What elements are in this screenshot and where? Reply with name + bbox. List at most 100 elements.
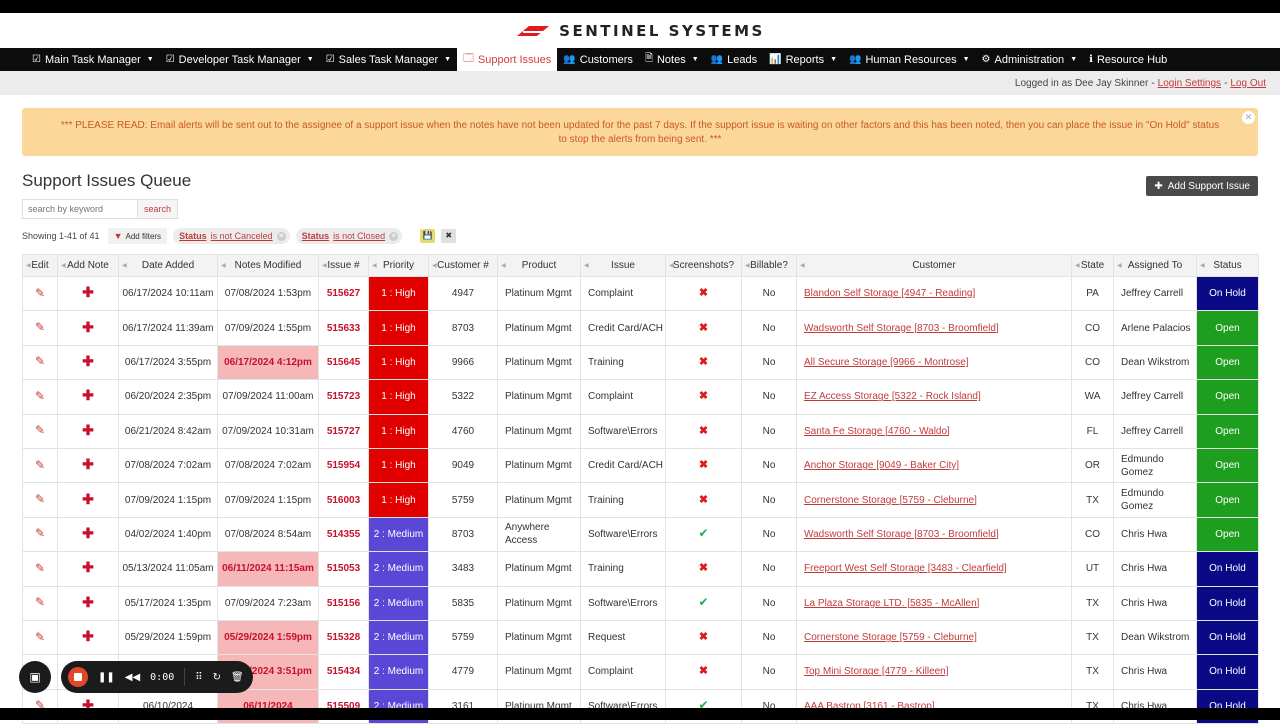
add-note-icon[interactable]: ✚ <box>82 319 94 335</box>
customer-link[interactable]: Wadsworth Self Storage [8703 - Broomfiel… <box>804 323 999 334</box>
nav-item-customers[interactable]: 👥 Customers <box>557 48 639 71</box>
table-row[interactable]: ✎ ✚ 05/29/2024 1:59pm 05/29/2024 1:59pm 5153… <box>22 619 1259 656</box>
customer-link[interactable]: Wadsworth Self Storage [8703 - Broomfiel… <box>804 529 999 540</box>
table-row[interactable]: ✎ ✚ 07/09/2024 1:15pm 07/09/2024 1:15pm 5160… <box>22 482 1259 518</box>
search-button[interactable]: search <box>137 199 178 219</box>
column-header-product[interactable]: ◀ Product <box>497 254 581 277</box>
column-header-customer[interactable]: ◀ Customer <box>796 254 1072 277</box>
nav-item-main-task-manager[interactable]: ☑ Main Task Manager ▼ <box>26 48 160 71</box>
nav-item-resource-hub[interactable]: ℹ Resource Hub <box>1083 48 1173 71</box>
column-header-issue[interactable]: ◀ Issue # <box>318 254 369 277</box>
close-icon[interactable]: ✕ <box>1242 111 1255 124</box>
clear-filters-icon[interactable]: ✖ <box>441 229 457 243</box>
add-note-icon[interactable]: ✚ <box>82 594 94 610</box>
customer-link[interactable]: Top Mini Storage [4779 - Killeen] <box>804 666 949 677</box>
issue-number[interactable]: 515645 <box>318 344 369 381</box>
remove-filter-icon[interactable]: ✕ <box>276 231 286 241</box>
customer-link[interactable]: Blandon Self Storage [4947 - Reading] <box>804 288 975 299</box>
column-header-screenshots[interactable]: ◀ Screenshots? <box>665 254 742 277</box>
column-header-add-note[interactable]: ◀ Add Note <box>57 254 119 277</box>
column-header-notes-modified[interactable]: ◀ Notes Modified <box>217 254 319 277</box>
customer-link[interactable]: All Secure Storage [9966 - Montrose] <box>804 357 969 368</box>
table-row[interactable]: ✎ ✚ 06/17/2024 11:39am 07/09/2024 1:55pm 515… <box>22 310 1259 346</box>
customer-link[interactable]: Cornerstone Storage [5759 - Cleburne] <box>804 632 977 643</box>
column-header-date-added[interactable]: ◀ Date Added <box>118 254 218 277</box>
table-row[interactable]: ✎ ✚ 05/17/2024 1:35pm 07/09/2024 7:23am 5151… <box>22 585 1259 621</box>
add-note-icon[interactable]: ✚ <box>82 353 94 369</box>
nav-item-leads[interactable]: 👥 Leads <box>705 48 763 71</box>
add-support-issue-button[interactable]: ✚ Add Support Issue <box>1146 176 1258 196</box>
column-header-priority[interactable]: ◀ Priority <box>368 254 429 277</box>
column-header-edit[interactable]: ◀ Edit <box>22 254 58 277</box>
issue-number[interactable]: 515627 <box>318 275 369 312</box>
brand-logo[interactable]: SENTINEL SYSTEMS <box>515 22 765 40</box>
nav-item-developer-task-manager[interactable]: ☑ Developer Task Manager ▼ <box>160 48 320 71</box>
search-input[interactable] <box>22 199 137 219</box>
nav-item-sales-task-manager[interactable]: ☑ Sales Task Manager ▼ <box>320 48 457 71</box>
pause-icon[interactable]: ❚❚ <box>98 672 115 683</box>
rewind-icon[interactable]: ◀◀ <box>125 672 140 683</box>
edit-icon[interactable]: ✎ <box>35 286 45 300</box>
trash-icon[interactable]: 🗑 <box>231 672 244 683</box>
issue-number[interactable]: 515156 <box>318 585 369 621</box>
edit-icon[interactable]: ✎ <box>35 354 45 368</box>
table-row[interactable]: ✎ ✚ 07/08/2024 7:02am 07/08/2024 7:02am 5159… <box>22 447 1259 484</box>
issue-number[interactable]: 515727 <box>318 413 369 449</box>
add-filters-button[interactable]: ▼ Add filters <box>107 228 168 244</box>
issue-number[interactable]: 515434 <box>318 654 369 690</box>
filter-operator[interactable]: is not Closed <box>333 231 385 241</box>
login-settings-link[interactable]: Login Settings <box>1158 78 1221 89</box>
grid-icon[interactable]: ⠿ <box>195 672 202 683</box>
issue-number[interactable]: 515723 <box>318 379 369 415</box>
nav-item-administration[interactable]: ⚙ Administration ▼ <box>976 48 1084 71</box>
add-note-icon[interactable]: ✚ <box>82 456 94 472</box>
edit-icon[interactable]: ✎ <box>35 561 45 575</box>
issue-number[interactable]: 514355 <box>318 516 369 553</box>
customer-link[interactable]: Cornerstone Storage [5759 - Cleburne] <box>804 495 977 506</box>
issue-number[interactable]: 516003 <box>318 482 369 518</box>
table-row[interactable]: ✎ ✚ 04/02/2024 1:40pm 07/08/2024 8:54am 5143… <box>22 516 1259 553</box>
nav-item-human-resources[interactable]: 👥 Human Resources ▼ <box>843 48 975 71</box>
restart-icon[interactable]: ↻ <box>213 672 221 683</box>
edit-icon[interactable]: ✎ <box>35 595 45 609</box>
issue-number[interactable]: 515954 <box>318 447 369 484</box>
column-header-assigned-to[interactable]: ◀ Assigned To <box>1113 254 1197 277</box>
filter-chip[interactable]: Status is not Closed ✕ <box>295 228 403 244</box>
issue-number[interactable]: 515633 <box>318 310 369 346</box>
nav-item-notes[interactable]: 🗎 Notes ▼ <box>639 48 705 71</box>
edit-icon[interactable]: ✎ <box>35 320 45 334</box>
customer-link[interactable]: EZ Access Storage [5322 - Rock Island] <box>804 391 981 402</box>
filter-field[interactable]: Status <box>179 231 207 241</box>
table-row[interactable]: ✎ ✚ 06/17/2024 3:55pm 06/17/2024 4:12pm 5156… <box>22 344 1259 381</box>
customer-link[interactable]: La Plaza Storage LTD. [5835 - McAllen] <box>804 598 979 609</box>
add-note-icon[interactable]: ✚ <box>82 628 94 644</box>
column-header-issue[interactable]: ◀ Issue <box>580 254 666 277</box>
edit-icon[interactable]: ✎ <box>35 389 45 403</box>
table-row[interactable]: ✎ ✚ 06/21/2024 8:42am 07/09/2024 10:31am 515… <box>22 413 1259 449</box>
issue-number[interactable]: 515053 <box>318 551 369 587</box>
table-row[interactable]: ✎ ✚ 05/13/2024 11:05am 06/11/2024 11:15am 51… <box>22 551 1259 587</box>
customer-link[interactable]: Anchor Storage [9049 - Baker City] <box>804 460 959 471</box>
stop-record-button[interactable] <box>68 667 88 687</box>
filter-chip[interactable]: Status is not Canceled ✕ <box>173 228 290 244</box>
nav-item-support-issues[interactable]: 🗔 Support Issues <box>457 48 558 71</box>
camera-icon[interactable]: ▣ <box>19 661 51 693</box>
add-note-icon[interactable]: ✚ <box>82 525 94 541</box>
edit-icon[interactable]: ✎ <box>35 630 45 644</box>
table-row[interactable]: ✎ ✚ 06/17/2024 10:11am 07/08/2024 1:53pm 515… <box>22 275 1259 312</box>
filter-operator[interactable]: is not Canceled <box>211 231 273 241</box>
add-note-icon[interactable]: ✚ <box>82 491 94 507</box>
edit-icon[interactable]: ✎ <box>35 526 45 540</box>
edit-icon[interactable]: ✎ <box>35 492 45 506</box>
add-note-icon[interactable]: ✚ <box>82 422 94 438</box>
nav-item-reports[interactable]: 📊 Reports ▼ <box>763 48 843 71</box>
customer-link[interactable]: Santa Fe Storage [4760 - Waldo] <box>804 426 950 437</box>
table-row[interactable]: ✎ ✚ 06/20/2024 2:35pm 07/09/2024 11:00am 515… <box>22 379 1259 415</box>
add-note-icon[interactable]: ✚ <box>82 559 94 575</box>
customer-link[interactable]: Freeport West Self Storage [3483 - Clear… <box>804 563 1007 574</box>
column-header-status[interactable]: ◀ Status <box>1196 254 1259 277</box>
edit-icon[interactable]: ✎ <box>35 423 45 437</box>
logout-link[interactable]: Log Out <box>1230 78 1266 89</box>
column-header-customer[interactable]: ◀ Customer # <box>428 254 498 277</box>
filter-field[interactable]: Status <box>302 231 330 241</box>
